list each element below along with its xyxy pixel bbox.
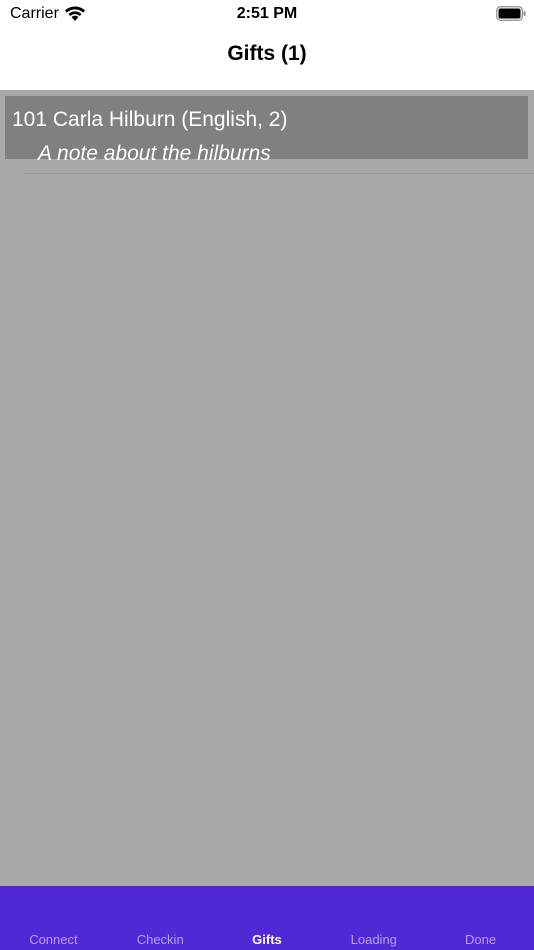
- navigation-bar: Gifts (1): [0, 30, 534, 90]
- status-bar: Carrier 2:51 PM: [0, 0, 534, 30]
- tab-checkin[interactable]: Checkin: [107, 932, 214, 947]
- row-separator: [24, 173, 534, 174]
- gift-title: 101 Carla Hilburn (English, 2): [12, 108, 288, 131]
- gift-list-item[interactable]: 101 Carla Hilburn (English, 2) A note ab…: [5, 96, 528, 165]
- tab-connect[interactable]: Connect: [0, 932, 107, 947]
- tab-bar: Connect Checkin Gifts Loading Done: [0, 886, 534, 950]
- tab-gifts[interactable]: Gifts: [214, 932, 321, 947]
- gift-note: A note about the hilburns: [38, 142, 271, 165]
- screen: Carrier 2:51 PM Gifts (1) 101 Carla Hilb…: [0, 0, 534, 950]
- tab-done[interactable]: Done: [427, 932, 534, 947]
- tab-loading[interactable]: Loading: [320, 932, 427, 947]
- page-title: Gifts (1): [227, 42, 307, 65]
- gifts-list[interactable]: 101 Carla Hilburn (English, 2) A note ab…: [0, 90, 534, 886]
- clock: 2:51 PM: [236, 5, 298, 22]
- battery-icon: [496, 6, 526, 21]
